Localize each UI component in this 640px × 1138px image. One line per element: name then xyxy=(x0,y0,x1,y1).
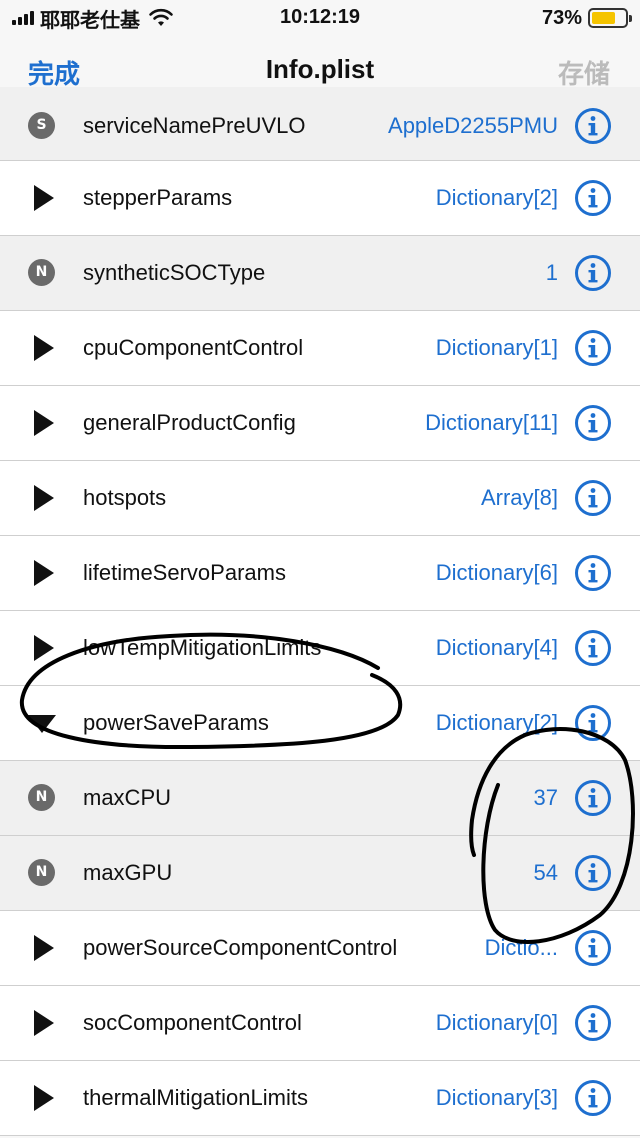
row-key: thermalMitigationLimits xyxy=(83,1085,308,1110)
info-circle-icon[interactable] xyxy=(574,179,612,217)
battery-icon xyxy=(588,8,632,28)
row-value[interactable]: 37 xyxy=(534,785,558,811)
triangle-right-icon[interactable] xyxy=(28,484,56,512)
plist-row-powerSaveParams[interactable]: powerSaveParams Dictionary[2] xyxy=(0,686,640,761)
row-value[interactable]: Dictionary[0] xyxy=(436,1010,558,1036)
row-value[interactable]: Dictionary[3] xyxy=(436,1085,558,1111)
plist-row-thermalMitigationLimits[interactable]: thermalMitigationLimits Dictionary[3] xyxy=(0,1061,640,1136)
plist-row-maxCPU[interactable]: NmaxCPU 37 xyxy=(0,761,640,836)
info-circle-icon[interactable] xyxy=(574,854,612,892)
type-badge: N xyxy=(28,859,55,886)
info-circle-icon[interactable] xyxy=(574,254,612,292)
triangle-right-icon[interactable] xyxy=(28,1009,56,1037)
type-badge: N xyxy=(28,259,55,286)
row-key: stepperParams xyxy=(83,185,233,210)
row-value[interactable]: AppleD2255PMU xyxy=(388,113,558,139)
row-key: powerSourceComponentControl xyxy=(83,935,398,960)
info-circle-icon[interactable] xyxy=(574,404,612,442)
plist-row-powerSourceComponentControl[interactable]: powerSourceComponentControl Dictio... xyxy=(0,911,640,986)
triangle-right-icon[interactable] xyxy=(28,1084,56,1112)
row-key: syntheticSOCType xyxy=(83,260,266,285)
plist-row-lowTempMitigationLimits[interactable]: lowTempMitigationLimits Dictionary[4] xyxy=(0,611,640,686)
row-value[interactable]: Dictionary[1] xyxy=(436,335,558,361)
info-circle-icon[interactable] xyxy=(574,704,612,742)
triangle-right-icon[interactable] xyxy=(28,934,56,962)
row-key: socComponentControl xyxy=(83,1010,302,1035)
plist-row-stepperParams[interactable]: stepperParams Dictionary[2] xyxy=(0,161,640,236)
triangle-right-icon[interactable] xyxy=(28,559,56,587)
triangle-right-icon[interactable] xyxy=(28,334,56,362)
row-key: generalProductConfig xyxy=(83,410,296,435)
type-badge: S xyxy=(28,112,55,139)
row-key: cpuComponentControl xyxy=(83,335,304,360)
status-right: 73% xyxy=(541,6,632,30)
battery-percent: 73% xyxy=(541,6,582,29)
info-circle-icon[interactable] xyxy=(574,629,612,667)
row-key: maxGPU xyxy=(83,860,173,885)
type-badge-icon: N xyxy=(28,784,56,812)
plist-row-syntheticSOCType[interactable]: NsyntheticSOCType 1 xyxy=(0,236,640,311)
type-badge-icon: N xyxy=(28,259,56,287)
page-title: Info.plist xyxy=(265,54,375,84)
type-badge: N xyxy=(28,784,55,811)
row-value[interactable]: Dictionary[2] xyxy=(436,185,558,211)
plist-row-socComponentControl[interactable]: socComponentControl Dictionary[0] xyxy=(0,986,640,1061)
triangle-right-icon[interactable] xyxy=(28,409,56,437)
status-bar: 耶耶老仕基 10:12:19 73% xyxy=(0,0,640,38)
plist-row-maxGPU[interactable]: NmaxGPU 54 xyxy=(0,836,640,911)
info-circle-icon[interactable] xyxy=(574,929,612,967)
triangle-right-icon[interactable] xyxy=(28,634,56,662)
type-badge-icon: N xyxy=(28,859,56,887)
row-value[interactable]: Dictio... xyxy=(485,935,558,961)
row-key: hotspots xyxy=(83,485,167,510)
battery-fill xyxy=(592,12,615,24)
triangle-down-icon[interactable] xyxy=(28,709,56,737)
plist-list: SserviceNamePreUVLO AppleD2255PMU stepperP… xyxy=(0,87,640,1136)
row-value[interactable]: Array[8] xyxy=(481,485,558,511)
info-circle-icon[interactable] xyxy=(574,779,612,817)
row-key: lifetimeServoParams xyxy=(83,560,286,585)
row-value[interactable]: Dictionary[6] xyxy=(436,560,558,586)
info-circle-icon[interactable] xyxy=(574,1004,612,1042)
row-value[interactable]: Dictionary[11] xyxy=(425,410,558,436)
info-circle-icon[interactable] xyxy=(574,479,612,517)
plist-row-lifetimeServoParams[interactable]: lifetimeServoParams Dictionary[6] xyxy=(0,536,640,611)
row-key: powerSaveParams xyxy=(83,710,269,735)
info-circle-icon[interactable] xyxy=(574,329,612,367)
type-badge-icon: S xyxy=(28,112,56,140)
triangle-right-icon[interactable] xyxy=(28,184,56,212)
plist-row-cpuComponentControl[interactable]: cpuComponentControl Dictionary[1] xyxy=(0,311,640,386)
info-circle-icon[interactable] xyxy=(574,554,612,592)
row-value[interactable]: 1 xyxy=(546,260,558,286)
row-key: maxCPU xyxy=(83,785,172,810)
row-key: serviceNamePreUVLO xyxy=(83,113,306,138)
plist-row-generalProductConfig[interactable]: generalProductConfig Dictionary[11] xyxy=(0,386,640,461)
row-key: lowTempMitigationLimits xyxy=(83,635,322,660)
plist-row-serviceNamePreUVLO[interactable]: SserviceNamePreUVLO AppleD2255PMU xyxy=(0,87,640,161)
plist-row-hotspots[interactable]: hotspots Array[8] xyxy=(0,461,640,536)
row-value[interactable]: Dictionary[2] xyxy=(436,710,558,736)
row-value[interactable]: Dictionary[4] xyxy=(436,635,558,661)
info-circle-icon[interactable] xyxy=(574,1079,612,1117)
info-circle-icon[interactable] xyxy=(574,107,612,145)
row-value[interactable]: 54 xyxy=(534,860,558,886)
save-button[interactable]: 存储 xyxy=(558,54,610,91)
